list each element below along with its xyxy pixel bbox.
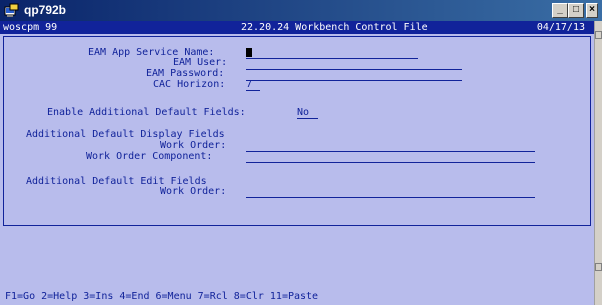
minimize-button[interactable]: _ (552, 3, 568, 18)
display-work-order-component-field[interactable] (246, 162, 535, 163)
scroll-down-button[interactable] (595, 263, 602, 271)
display-work-order-label: Work Order: (160, 140, 227, 151)
cac-horizon-value: 7 (246, 79, 253, 90)
screen-header-bar: woscpm 99 22.20.24 Workbench Control Fil… (0, 21, 594, 34)
display-work-order-field[interactable] (246, 151, 535, 152)
edit-work-order-label: Work Order: (160, 186, 227, 197)
eam-user-field[interactable] (246, 69, 462, 70)
display-work-order-component-label: Work Order Component: (86, 151, 213, 162)
enable-additional-fields-label: Enable Additional Default Fields: (47, 107, 246, 118)
eam-password-field[interactable] (246, 80, 462, 81)
edit-work-order-field[interactable] (246, 197, 535, 198)
function-keys-bar: F1=Go 2=Help 3=Ins 4=End 6=Menu 7=Rcl 8=… (5, 291, 319, 302)
scroll-up-button[interactable] (595, 31, 602, 39)
screen-title: 22.20.24 Workbench Control File (241, 22, 428, 33)
maximize-button[interactable]: □ (568, 3, 584, 18)
screen-date: 04/17/13 (536, 22, 585, 33)
window-title: qp792b (24, 3, 67, 17)
eam-password-label: EAM Password: (146, 68, 225, 79)
vertical-scrollbar[interactable] (594, 21, 602, 305)
terminal-screen[interactable]: woscpm 99 22.20.24 Workbench Control Fil… (0, 21, 594, 305)
close-button[interactable]: × (586, 3, 598, 18)
enable-additional-fields-field[interactable] (297, 118, 318, 119)
display-fields-section-title: Additional Default Display Fields (26, 129, 225, 140)
window-titlebar: qp792b _ □ × (0, 0, 602, 21)
text-cursor (246, 48, 252, 57)
eam-user-label: EAM User: (173, 57, 228, 68)
eam-app-service-name-field[interactable] (246, 58, 418, 59)
terminal-app-icon[interactable] (4, 3, 19, 18)
cac-horizon-label: CAC Horizon: (153, 79, 226, 90)
enable-additional-fields-value: No (297, 107, 310, 118)
program-id: woscpm 99 (3, 22, 58, 33)
cac-horizon-field[interactable] (246, 90, 260, 91)
